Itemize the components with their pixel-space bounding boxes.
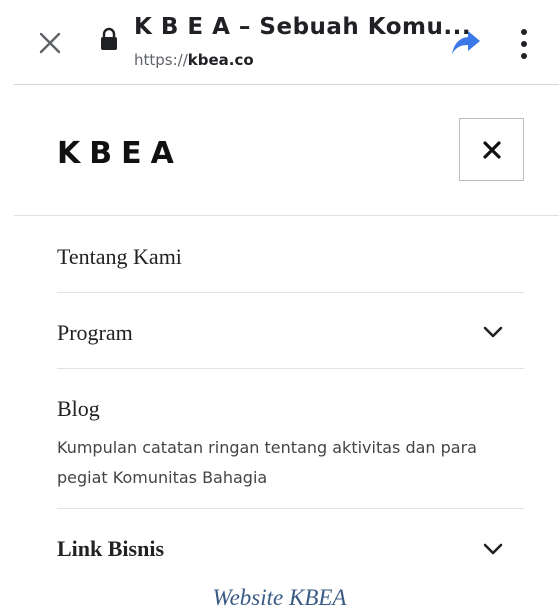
more-vert-icon[interactable]	[518, 26, 530, 62]
chevron-down-icon[interactable]	[483, 542, 503, 556]
menu-divider	[57, 368, 524, 369]
share-icon[interactable]	[451, 28, 481, 56]
menu-item-description: Kumpulan catatan ringan tentang aktivita…	[57, 438, 477, 487]
menu-divider	[57, 292, 524, 293]
figure-caption: Website KBEA	[212, 585, 347, 610]
site-logo[interactable]: KBEA	[57, 136, 183, 171]
toolbar-divider	[14, 84, 559, 85]
lock-icon	[101, 27, 117, 50]
page-url[interactable]: https://kbea.co	[134, 51, 254, 69]
browser-toolbar: K B E A – Sebuah Komu... https://kbea.co	[0, 0, 559, 84]
close-icon	[482, 140, 501, 159]
close-icon[interactable]	[37, 30, 63, 56]
menu-item-program[interactable]: Program	[57, 320, 133, 346]
chevron-down-icon[interactable]	[483, 325, 503, 339]
tab-title[interactable]: K B E A – Sebuah Komu...	[134, 14, 471, 40]
menu-item-blog[interactable]: Blog	[57, 396, 100, 422]
menu-divider	[57, 508, 524, 509]
url-scheme: https://	[134, 51, 188, 69]
menu-item-tentang-kami[interactable]: Tentang Kami	[57, 244, 182, 270]
url-domain: kbea.co	[187, 51, 254, 69]
menu-close-button[interactable]	[459, 118, 524, 181]
header-divider	[14, 215, 559, 216]
menu-item-link-bisnis[interactable]: Link Bisnis	[57, 536, 164, 562]
